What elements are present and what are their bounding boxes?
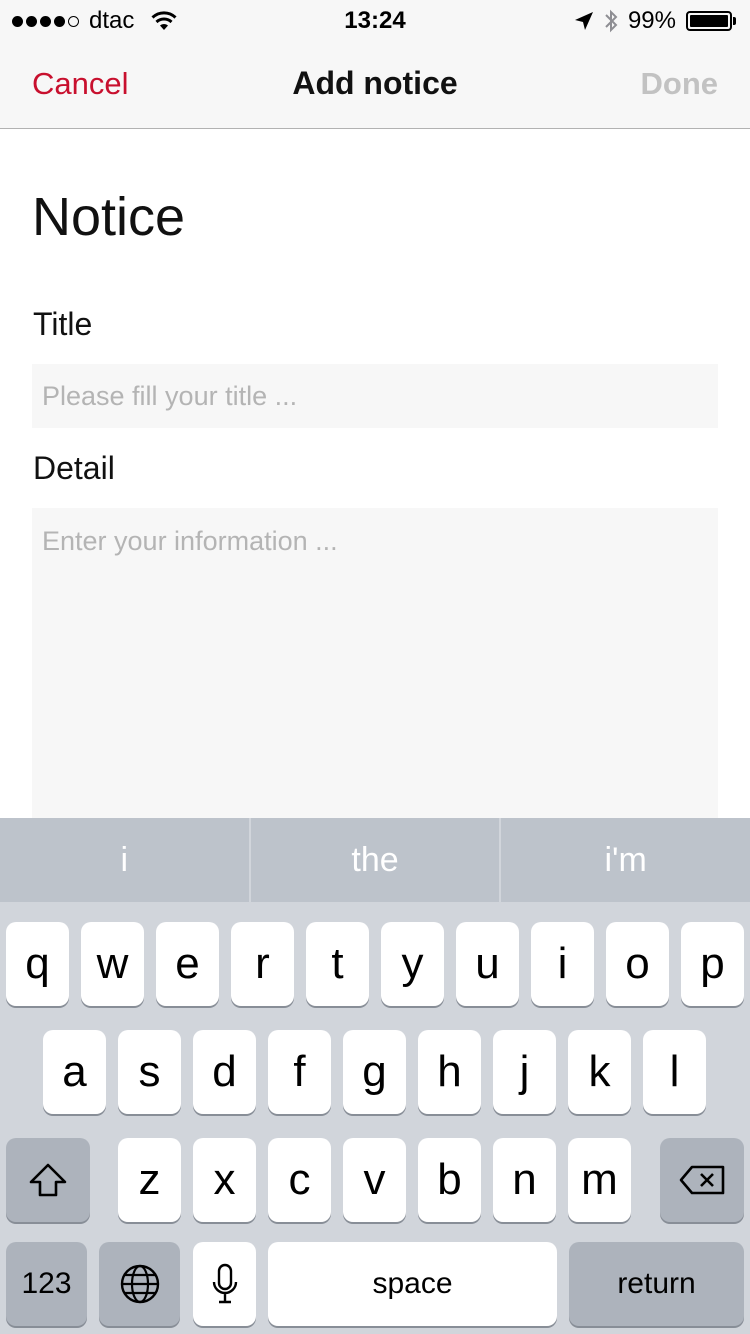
key-s[interactable]: s — [118, 1030, 181, 1114]
backspace-key[interactable] — [660, 1138, 744, 1222]
key-r[interactable]: r — [231, 922, 294, 1006]
key-p[interactable]: p — [681, 922, 744, 1006]
key-z[interactable]: z — [118, 1138, 181, 1222]
microphone-key[interactable] — [193, 1242, 256, 1326]
key-i[interactable]: i — [531, 922, 594, 1006]
key-e[interactable]: e — [156, 922, 219, 1006]
key-h[interactable]: h — [418, 1030, 481, 1114]
key-b[interactable]: b — [418, 1138, 481, 1222]
key-q[interactable]: q — [6, 922, 69, 1006]
key-k[interactable]: k — [568, 1030, 631, 1114]
done-button[interactable]: Done — [641, 66, 719, 102]
suggestion-item[interactable]: i'm — [501, 818, 750, 902]
key-d[interactable]: d — [193, 1030, 256, 1114]
suggestion-bar: i the i'm — [0, 818, 750, 902]
return-key[interactable]: return — [569, 1242, 744, 1326]
title-input[interactable] — [32, 364, 718, 428]
key-c[interactable]: c — [268, 1138, 331, 1222]
key-o[interactable]: o — [606, 922, 669, 1006]
shift-icon — [29, 1163, 67, 1197]
location-arrow-icon — [574, 12, 593, 30]
globe-key[interactable] — [99, 1242, 180, 1326]
key-t[interactable]: t — [306, 922, 369, 1006]
shift-key[interactable] — [6, 1138, 90, 1222]
screen: dtac 13:24 99% Cancel Add notice Done No… — [0, 0, 750, 1334]
key-w[interactable]: w — [81, 922, 144, 1006]
key-f[interactable]: f — [268, 1030, 331, 1114]
numbers-key[interactable]: 123 — [6, 1242, 87, 1326]
microphone-icon — [212, 1263, 237, 1304]
suggestion-item[interactable]: the — [251, 818, 502, 902]
battery-fill — [690, 15, 728, 27]
battery-icon — [686, 11, 736, 31]
detail-textarea[interactable] — [32, 508, 718, 818]
bluetooth-icon — [605, 9, 618, 33]
key-v[interactable]: v — [343, 1138, 406, 1222]
battery-percent: 99% — [627, 7, 676, 34]
space-key[interactable]: space — [268, 1242, 557, 1326]
navigation-bar: Cancel Add notice Done — [0, 40, 750, 129]
status-right: 99% — [574, 7, 736, 35]
detail-label: Detail — [33, 450, 115, 486]
key-l[interactable]: l — [643, 1030, 706, 1114]
title-label: Title — [33, 306, 93, 342]
page-heading: Notice — [32, 187, 186, 247]
key-m[interactable]: m — [568, 1138, 631, 1222]
keyboard: i the i'm q w e r t y u i o p a s d f g … — [0, 818, 750, 1334]
backspace-icon — [679, 1165, 725, 1195]
suggestion-item[interactable]: i — [0, 818, 251, 902]
key-y[interactable]: y — [381, 922, 444, 1006]
key-j[interactable]: j — [493, 1030, 556, 1114]
key-g[interactable]: g — [343, 1030, 406, 1114]
status-bar: dtac 13:24 99% — [0, 0, 750, 40]
globe-icon — [120, 1264, 159, 1304]
key-a[interactable]: a — [43, 1030, 106, 1114]
cancel-button[interactable]: Cancel — [32, 66, 129, 102]
key-x[interactable]: x — [193, 1138, 256, 1222]
key-n[interactable]: n — [493, 1138, 556, 1222]
key-u[interactable]: u — [456, 922, 519, 1006]
